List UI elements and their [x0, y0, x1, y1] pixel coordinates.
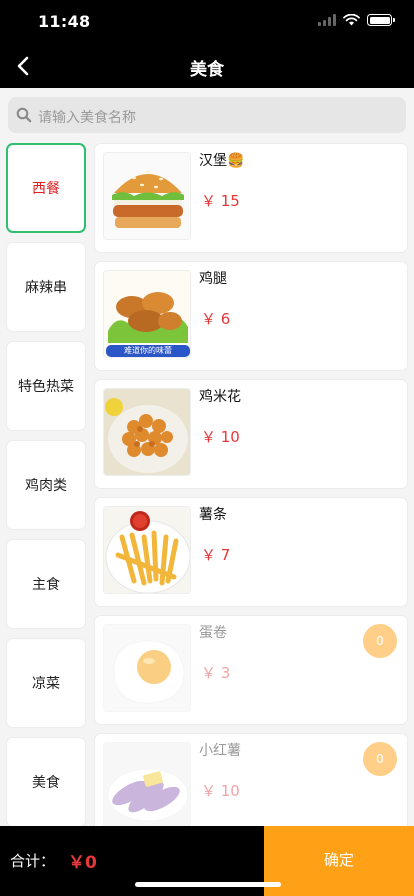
food-name: 鸡米花 — [199, 389, 241, 405]
food-item[interactable]: 薯条 ￥ 7 — [94, 497, 408, 607]
category-item-hot-dishes[interactable]: 特色热菜 — [6, 341, 86, 431]
food-name: 蛋卷 — [199, 625, 227, 641]
fried-egg-image — [103, 624, 191, 712]
category-label: 西餐 — [32, 181, 60, 197]
popcorn-chicken-image — [103, 388, 191, 476]
food-price: ￥ 6 — [201, 310, 231, 328]
quantity-badge[interactable]: 0 — [363, 624, 397, 658]
page-title: 美食 — [190, 60, 224, 80]
food-item[interactable]: 汉堡🍔 ￥ 15 — [94, 143, 408, 253]
signal-icon — [318, 14, 336, 26]
food-item[interactable]: 蛋卷 ￥ 3 0 — [94, 615, 408, 725]
category-item-cold-dishes[interactable]: 凉菜 — [6, 638, 86, 728]
food-order-screen: 11:48 美食 请输入美食名称 西餐 麻辣串 特色热菜 鸡肉类 主食 凉菜 美… — [0, 0, 414, 896]
food-price: ￥ 15 — [201, 192, 240, 210]
category-label: 鸡肉类 — [25, 478, 67, 494]
food-price: ￥ 10 — [201, 428, 240, 446]
category-item-staple[interactable]: 主食 — [6, 539, 86, 629]
category-item-food[interactable]: 美食 — [6, 737, 86, 827]
category-item-spicy-skewers[interactable]: 麻辣串 — [6, 242, 86, 332]
image-caption: 难道你的味蕾 — [124, 346, 172, 355]
category-label: 美食 — [32, 775, 60, 791]
sweet-potato-image — [103, 742, 191, 830]
category-label: 麻辣串 — [25, 280, 67, 296]
food-name: 薯条 — [199, 507, 227, 523]
category-label: 特色热菜 — [18, 379, 74, 395]
home-indicator[interactable] — [135, 882, 281, 887]
category-item-western[interactable]: 西餐 — [6, 143, 86, 233]
category-item-chicken[interactable]: 鸡肉类 — [6, 440, 86, 530]
food-price: ￥ 7 — [201, 546, 231, 564]
search-icon — [16, 107, 32, 123]
food-item[interactable]: 鸡米花 ￥ 10 — [94, 379, 408, 489]
search-input[interactable]: 请输入美食名称 — [38, 107, 136, 127]
status-time: 11:48 — [38, 12, 91, 31]
food-name: 鸡腿 — [199, 271, 227, 287]
food-price: ￥ 3 — [201, 664, 231, 682]
quantity-badge[interactable]: 0 — [363, 742, 397, 776]
food-item[interactable]: 难道你的味蕾 鸡腿 ￥ 6 — [94, 261, 408, 371]
french-fries-image — [103, 506, 191, 594]
search-bar[interactable]: 请输入美食名称 — [8, 97, 406, 133]
battery-icon — [367, 14, 395, 26]
status-icons — [318, 14, 395, 26]
status-bar: 11:48 — [0, 0, 414, 44]
food-name: 汉堡🍔 — [199, 153, 245, 169]
food-price: ￥ 10 — [201, 782, 240, 800]
chicken-legs-image: 难道你的味蕾 — [103, 270, 191, 358]
food-name: 小红薯 — [199, 743, 241, 759]
total-value: ￥0 — [68, 853, 97, 873]
category-label: 主食 — [32, 577, 60, 593]
wifi-icon — [343, 14, 360, 26]
total-label: 合计： — [10, 852, 56, 870]
confirm-button[interactable]: 确定 — [264, 826, 414, 896]
category-label: 凉菜 — [32, 676, 60, 692]
nav-bar: 美食 — [0, 44, 414, 88]
burger-image — [103, 152, 191, 240]
